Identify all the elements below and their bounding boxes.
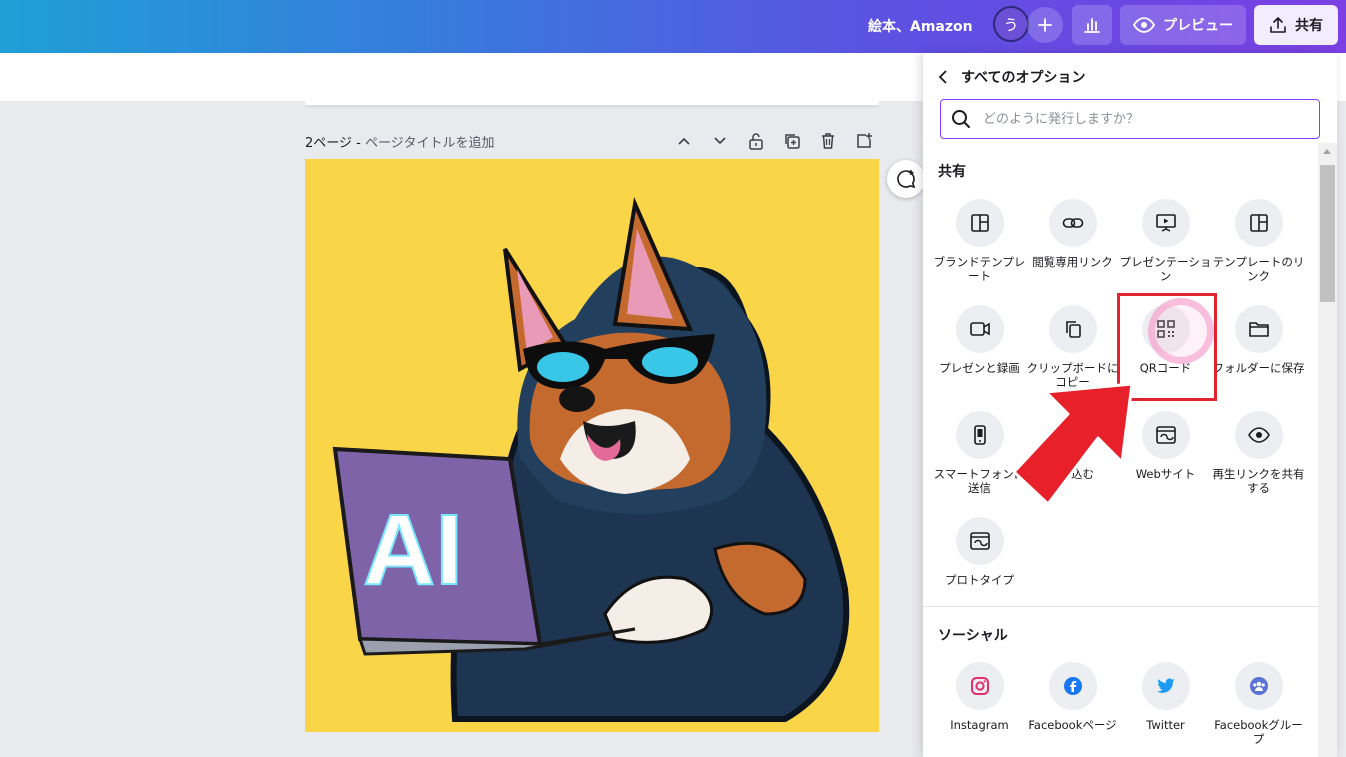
page-label: 2ページ - ページタイトルを追加 bbox=[305, 132, 494, 151]
panel-title[interactable]: すべてのオプション bbox=[961, 67, 1085, 87]
publish-search[interactable] bbox=[940, 99, 1320, 139]
option-label: Instagram bbox=[950, 718, 1009, 732]
add-collaborator-button[interactable] bbox=[1027, 7, 1063, 43]
facebook-icon bbox=[1063, 677, 1082, 695]
smartphone-icon bbox=[973, 425, 986, 445]
chevron-down-icon bbox=[714, 137, 726, 145]
option-label: プロトタイプ bbox=[945, 573, 1014, 587]
template-link-option[interactable]: テンプレートのリンク bbox=[1212, 197, 1305, 303]
social-options-grid: Instagram Facebookページ Twitter Facebookグル… bbox=[933, 660, 1305, 757]
option-label: フォルダーに保存 bbox=[1212, 361, 1305, 375]
preview-button[interactable]: プレビュー bbox=[1120, 5, 1246, 45]
share-label: 共有 bbox=[1295, 18, 1323, 34]
instagram-option[interactable]: Instagram bbox=[933, 660, 1026, 757]
brand-template-option[interactable]: ブランドテンプレート bbox=[933, 197, 1026, 303]
option-label: 閲覧専用リンク bbox=[1032, 255, 1113, 269]
option-label: Facebookグループ bbox=[1214, 718, 1303, 746]
publish-search-input[interactable] bbox=[981, 110, 1305, 128]
lock-icon bbox=[749, 133, 763, 150]
document-title[interactable]: 絵本、Amazon bbox=[868, 16, 973, 36]
option-label: Facebookページ bbox=[1028, 718, 1117, 732]
upload-icon bbox=[1270, 17, 1286, 33]
preview-label: プレビュー bbox=[1163, 18, 1233, 34]
lock-page-button[interactable] bbox=[744, 130, 768, 152]
eye-icon bbox=[1133, 17, 1155, 33]
facebook-group-icon bbox=[1249, 677, 1268, 695]
design-canvas[interactable]: AI bbox=[305, 159, 879, 732]
scroll-thumb[interactable] bbox=[1320, 165, 1335, 302]
add-comment-button[interactable] bbox=[887, 160, 925, 198]
layout-icon bbox=[1249, 214, 1268, 232]
presentation-option[interactable]: プレゼンテーション bbox=[1119, 197, 1212, 303]
panel-header: すべてのオプション bbox=[937, 67, 1085, 87]
presentation-icon bbox=[1155, 214, 1176, 232]
instagram-icon bbox=[970, 677, 989, 695]
page-number: 2ページ - bbox=[305, 136, 365, 151]
panel-scrollbar[interactable] bbox=[1318, 143, 1337, 757]
view-only-link-option[interactable]: 閲覧専用リンク bbox=[1026, 197, 1119, 303]
folder-icon bbox=[1248, 322, 1269, 337]
video-camera-icon bbox=[969, 322, 990, 336]
copy-icon bbox=[1065, 321, 1081, 338]
website-icon bbox=[1155, 426, 1176, 444]
red-pointer-arrow bbox=[1012, 382, 1134, 506]
delete-page-button[interactable] bbox=[816, 130, 840, 152]
page-title-input[interactable]: ページタイトルを追加 bbox=[365, 136, 494, 151]
comment-plus-icon bbox=[897, 170, 916, 189]
save-to-folder-option[interactable]: フォルダーに保存 bbox=[1212, 303, 1305, 409]
scroll-up-arrow[interactable] bbox=[1323, 149, 1331, 154]
laptop-ai-text: AI bbox=[363, 494, 463, 606]
option-label: プレゼンテーション bbox=[1119, 255, 1212, 283]
trash-icon bbox=[822, 133, 834, 149]
share-section-title: 共有 bbox=[938, 164, 966, 180]
plus-icon bbox=[1038, 18, 1052, 32]
option-label: 再生リンクを共有する bbox=[1212, 467, 1305, 495]
link-icon bbox=[1062, 218, 1083, 228]
chevron-left-icon[interactable] bbox=[937, 69, 949, 85]
option-label: ブランドテンプレート bbox=[933, 255, 1026, 283]
option-label: プレゼンと録画 bbox=[939, 361, 1020, 375]
previous-page bbox=[305, 101, 879, 105]
facebook-group-option[interactable]: Facebookグループ bbox=[1212, 660, 1305, 757]
duplicate-icon bbox=[785, 134, 800, 149]
insights-button[interactable] bbox=[1072, 5, 1112, 45]
option-label: Twitter bbox=[1146, 718, 1185, 732]
page-tools bbox=[672, 130, 876, 152]
social-section-title: ソーシャル bbox=[938, 628, 1008, 644]
share-playback-link-option[interactable]: 再生リンクを共有する bbox=[1212, 409, 1305, 515]
user-avatar[interactable]: う bbox=[993, 6, 1029, 42]
bar-chart-icon bbox=[1084, 18, 1100, 33]
chevron-up-icon bbox=[678, 137, 690, 145]
share-button[interactable]: 共有 bbox=[1254, 5, 1338, 45]
eye-icon bbox=[1247, 427, 1270, 443]
move-page-down-button[interactable] bbox=[708, 130, 732, 152]
add-page-button[interactable] bbox=[852, 130, 876, 152]
duplicate-page-button[interactable] bbox=[780, 130, 804, 152]
option-label: テンプレートのリンク bbox=[1212, 255, 1305, 283]
move-page-up-button[interactable] bbox=[672, 130, 696, 152]
section-divider bbox=[923, 606, 1319, 607]
editor-topbar: 絵本、Amazon う プレビュー 共有 bbox=[0, 0, 1346, 53]
facebook-page-option[interactable]: Facebookページ bbox=[1026, 660, 1119, 757]
add-page-icon bbox=[857, 133, 872, 148]
shiba-hacker-illustration: AI bbox=[332, 197, 850, 722]
search-icon bbox=[952, 110, 970, 128]
prototype-icon bbox=[969, 532, 990, 550]
twitter-option[interactable]: Twitter bbox=[1119, 660, 1212, 757]
layout-icon bbox=[970, 214, 989, 232]
twitter-icon bbox=[1156, 678, 1175, 693]
